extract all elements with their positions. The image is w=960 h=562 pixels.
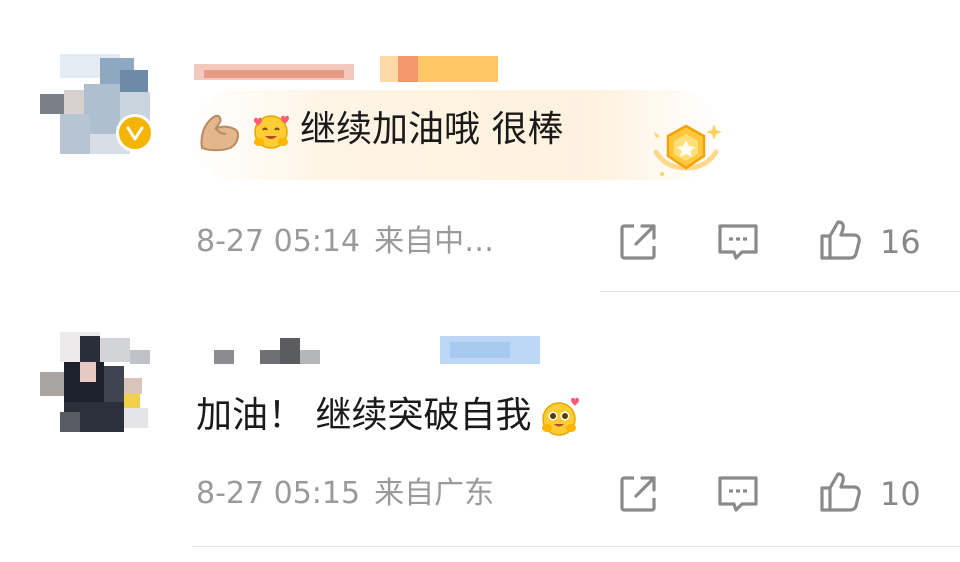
comment-text-body: 加油！ 继续突破自我 <box>196 395 532 436</box>
thumbs-up-icon <box>820 472 861 512</box>
comment-meta: 8-27 05:15 来自广东 <box>196 474 494 514</box>
smiling-face-with-hearts-icon <box>248 106 294 154</box>
repost-button[interactable] <box>614 470 662 518</box>
avatar[interactable] <box>40 54 160 164</box>
timestamp: 8-27 05:15 <box>196 476 361 511</box>
username-blurred[interactable] <box>194 56 504 84</box>
share-out-icon <box>620 224 656 260</box>
pleading-face-with-heart-icon <box>537 392 583 440</box>
like-button[interactable] <box>816 468 864 516</box>
comment-item: 加油！ 继续突破自我 8-27 05:15 来自广东 10 <box>0 292 960 562</box>
divider <box>192 546 960 547</box>
username-blurred[interactable] <box>214 336 544 366</box>
thumbs-up-icon <box>820 220 861 260</box>
share-out-icon <box>620 476 656 512</box>
like-count: 16 <box>880 223 921 261</box>
comment-meta: 8-27 05:14 来自中… <box>196 222 494 262</box>
comment-bubble-icon <box>718 476 758 512</box>
comment-button[interactable] <box>714 218 762 266</box>
flexed-biceps-icon <box>196 106 242 154</box>
timestamp: 8-27 05:14 <box>196 224 361 259</box>
comment-bubble-icon <box>718 224 758 260</box>
location: 来自广东 <box>374 476 495 511</box>
like-button[interactable] <box>816 216 864 264</box>
like-count: 10 <box>880 475 921 513</box>
comment-text: 加油！ 继续突破自我 <box>196 392 583 440</box>
location: 来自中… <box>374 224 495 259</box>
medal-badge-icon <box>648 118 724 184</box>
comment-text-body: 继续加油哦 很棒 <box>300 109 564 150</box>
avatar[interactable] <box>40 332 160 442</box>
verified-badge-icon <box>116 114 154 152</box>
comment-button[interactable] <box>714 470 762 518</box>
comment-item: 继续加油哦 很棒 8-27 05:14 来自中… 16 <box>0 0 960 292</box>
repost-button[interactable] <box>614 218 662 266</box>
comment-text: 继续加油哦 很棒 <box>196 106 563 154</box>
